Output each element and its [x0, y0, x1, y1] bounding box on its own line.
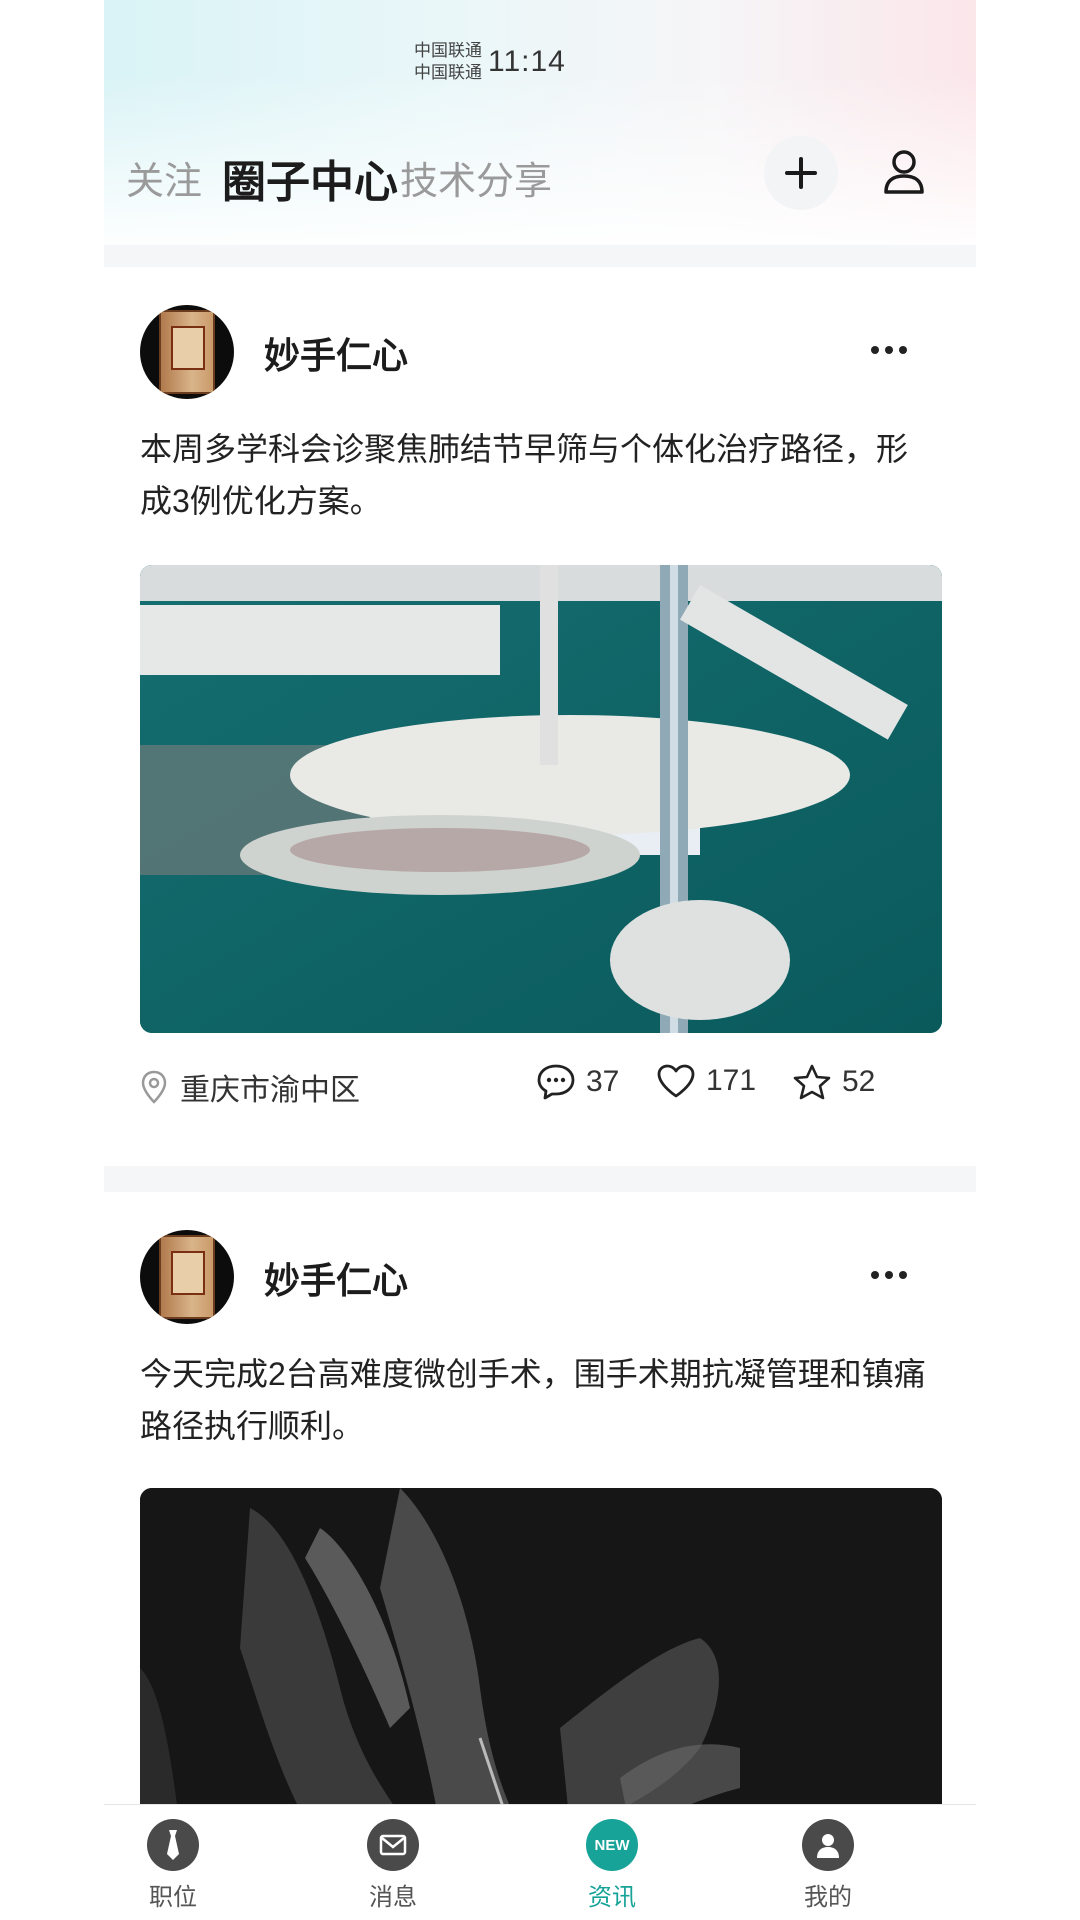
post-card[interactable]: 妙手仁心 本周多学科会诊聚焦肺结节早筛与个体化治疗路径，形成3例优化方案。 重庆…: [104, 305, 976, 1145]
clock: 11:14: [488, 45, 566, 78]
profile-button[interactable]: [872, 140, 936, 204]
nav-label: 职位: [149, 1884, 197, 1911]
favorite-button[interactable]: 52: [792, 1063, 875, 1101]
new-badge: NEW: [594, 1836, 630, 1854]
carrier-1: 中国联通: [414, 41, 482, 60]
more-button[interactable]: [864, 1260, 914, 1290]
mail-icon: [367, 1819, 419, 1871]
star-icon: [793, 1064, 831, 1100]
heart-icon: [657, 1064, 695, 1098]
post-image[interactable]: [140, 1488, 942, 1828]
post-username[interactable]: 妙手仁心: [264, 327, 408, 379]
tab-tech-share[interactable]: 技术分享: [400, 150, 552, 205]
nav-label: 我的: [804, 1884, 852, 1911]
app-screen: 中国联通 中国联通 11:14 关注 圈子中心 技术分享 精选 妙手仁心: [104, 0, 976, 1920]
operating-room-photo: [140, 565, 942, 1033]
add-post-button[interactable]: [764, 136, 838, 210]
more-button[interactable]: [864, 335, 914, 365]
nav-news[interactable]: NEW 资讯: [552, 1819, 672, 1912]
carrier-2: 中国联通: [414, 63, 482, 82]
post-text: 本周多学科会诊聚焦肺结节早筛与个体化治疗路径，形成3例优化方案。: [140, 431, 909, 519]
nav-messages[interactable]: 消息: [333, 1819, 453, 1912]
location-text: 重庆市渝中区: [180, 1074, 360, 1107]
surgery-hands-photo: [140, 1488, 942, 1828]
separator: [104, 1166, 976, 1192]
nav-label: 消息: [369, 1884, 417, 1911]
favorite-count: 52: [842, 1065, 876, 1098]
carrier-info: 中国联通 中国联通: [414, 40, 482, 84]
separator: [104, 245, 976, 267]
more-dots-icon: [871, 346, 907, 354]
like-count: 171: [706, 1064, 757, 1097]
comment-icon: [537, 1064, 575, 1100]
post-image[interactable]: [140, 565, 942, 1033]
tab-featured-clip: 精选: [698, 132, 748, 212]
like-button[interactable]: 171: [656, 1063, 756, 1099]
post-card[interactable]: 妙手仁心 今天完成2台高难度微创手术，围手术期抗凝管理和镇痛路径执行顺利。: [104, 1230, 976, 1830]
user-icon: [884, 150, 924, 194]
nav-jobs[interactable]: 职位: [113, 1819, 233, 1912]
location-pin-icon: [141, 1070, 167, 1104]
more-dots-icon: [871, 1271, 907, 1279]
comment-button[interactable]: 37: [536, 1063, 619, 1101]
tie-icon: [147, 1819, 199, 1871]
tab-circle-center[interactable]: 圈子中心: [222, 146, 398, 210]
post-text: 今天完成2台高难度微创手术，围手术期抗凝管理和镇痛路径执行顺利。: [140, 1356, 926, 1444]
comment-count: 37: [586, 1065, 620, 1098]
avatar[interactable]: [140, 305, 234, 399]
nav-label: 资讯: [588, 1884, 636, 1911]
post-meta: 重庆市渝中区 37 171 52: [140, 1055, 942, 1115]
nav-me[interactable]: 我的: [768, 1819, 888, 1912]
location[interactable]: 重庆市渝中区: [140, 1065, 360, 1109]
new-icon: NEW: [586, 1819, 638, 1871]
avatar[interactable]: [140, 1230, 234, 1324]
book-cover-image: [159, 1235, 215, 1319]
plus-icon: [785, 157, 817, 189]
status-bar: 中国联通 中国联通 11:14: [414, 40, 566, 84]
person-icon: [802, 1819, 854, 1871]
book-cover-image: [159, 310, 215, 394]
bottom-navigation: 职位 消息 NEW 资讯 我的: [104, 1804, 976, 1920]
top-tabs: 关注 圈子中心 技术分享 精选: [104, 132, 976, 212]
post-username[interactable]: 妙手仁心: [264, 1252, 408, 1304]
tab-follow[interactable]: 关注: [126, 150, 202, 205]
